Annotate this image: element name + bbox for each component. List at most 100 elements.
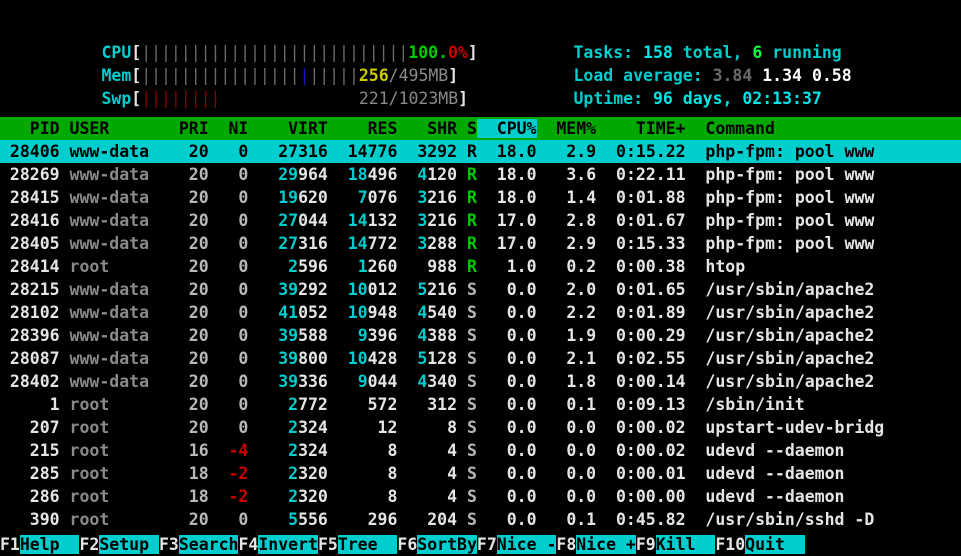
meter-tick: |	[280, 64, 290, 87]
function-label-f6[interactable]: SortBy	[417, 535, 477, 554]
col-header-user[interactable]: USER	[60, 119, 159, 138]
function-key-f6[interactable]: F6	[397, 535, 417, 554]
col-header-time[interactable]: TIME+	[596, 119, 685, 138]
meter-tick: |	[201, 41, 211, 64]
cell-pri: 18	[159, 487, 209, 506]
cell-res: 9044	[328, 372, 398, 391]
cell-command: php-fpm: pool www	[686, 234, 875, 253]
process-table-header[interactable]: PID USER PRI NI VIRT RES SHR S CPU% MEM%…	[0, 117, 961, 140]
cell-virt: 5556	[248, 510, 328, 529]
cell-pri: 20	[159, 142, 209, 161]
table-row[interactable]: 28416 www-data 20 0 27044 14132 3216 R 1…	[0, 209, 961, 232]
table-row[interactable]: 28414 root 20 0 2596 1260 988 R 1.0 0.2 …	[0, 255, 961, 278]
table-row[interactable]: 28415 www-data 20 0 19620 7076 3216 R 18…	[0, 186, 961, 209]
table-row[interactable]: 285 root 18 -2 2320 8 4 S 0.0 0.0 0:00.0…	[0, 462, 961, 485]
load-average-5min: 1.34	[762, 66, 802, 85]
cell-shr-lead: 3	[417, 142, 427, 161]
function-label-f7[interactable]: Nice -	[497, 535, 557, 554]
table-row[interactable]: 390 root 20 0 5556 296 204 S 0.0 0.1 0:4…	[0, 508, 961, 531]
col-header-pri[interactable]: PRI	[159, 119, 209, 138]
table-row[interactable]: 28087 www-data 20 0 39800 10428 5128 S 0…	[0, 347, 961, 370]
function-key-f9[interactable]: F9	[636, 535, 656, 554]
cell-shr-lead: 4	[417, 326, 427, 345]
cell-cpu: 18.0	[477, 142, 537, 161]
cell-res-lead: 9	[358, 326, 368, 345]
cell-state: R	[457, 234, 477, 253]
cpu-meter[interactable]: CPU[|||||||||||||||||||||||||||100.0%]	[22, 18, 470, 41]
table-row[interactable]: 28215 www-data 20 0 39292 10012 5216 S 0…	[0, 278, 961, 301]
cell-res: 9396	[328, 326, 398, 345]
col-header-shr[interactable]: SHR	[397, 119, 457, 138]
function-key-f5[interactable]: F5	[318, 535, 338, 554]
cell-res: 8	[328, 464, 398, 483]
col-header-state[interactable]: S	[457, 119, 477, 138]
cell-virt: 39588	[248, 326, 328, 345]
meter-tick: |	[240, 64, 250, 87]
col-header-cpu[interactable]: CPU%	[477, 119, 537, 138]
table-row[interactable]: 215 root 16 -4 2324 8 4 S 0.0 0.0 0:00.0…	[0, 439, 961, 462]
table-row[interactable]: 28102 www-data 20 0 41052 10948 4540 S 0…	[0, 301, 961, 324]
cell-command: /sbin/init	[686, 395, 805, 414]
mem-meter-bar: ||||||||||||||||||||||	[141, 64, 359, 87]
cell-pri: 20	[159, 257, 209, 276]
meter-tick: |	[299, 64, 309, 87]
cell-shr-tail: 288	[427, 234, 457, 253]
function-label-f8[interactable]: Nice +	[576, 535, 636, 554]
cell-pri: 20	[159, 349, 209, 368]
meter-tick: |	[141, 87, 151, 110]
table-row[interactable]: 28402 www-data 20 0 39336 9044 4340 S 0.…	[0, 370, 961, 393]
function-key-f4[interactable]: F4	[238, 535, 258, 554]
meter-tick: |	[339, 41, 349, 64]
col-header-pid[interactable]: PID	[0, 119, 60, 138]
function-key-f1[interactable]: F1	[0, 535, 20, 554]
function-label-f10[interactable]: Quit	[745, 535, 805, 554]
cell-command: /usr/sbin/apache2	[686, 349, 875, 368]
cell-command: udevd --daemon	[686, 487, 845, 506]
cell-res-tail: 012	[368, 280, 398, 299]
col-header-command[interactable]: Command	[686, 119, 775, 138]
cell-ni: 0	[209, 257, 249, 276]
cell-ni: -2	[209, 464, 249, 483]
col-header-mem[interactable]: MEM%	[537, 119, 597, 138]
cell-time: 0:01.67	[596, 211, 685, 230]
function-key-f3[interactable]: F3	[159, 535, 179, 554]
table-row[interactable]: 28406 www-data 20 0 27316 14776 3292 R 1…	[0, 140, 961, 163]
function-key-f10[interactable]: F10	[715, 535, 745, 554]
cell-virt-lead: 2	[288, 395, 298, 414]
table-row[interactable]: 286 root 18 -2 2320 8 4 S 0.0 0.0 0:00.0…	[0, 485, 961, 508]
meter-tick: |	[161, 87, 171, 110]
cell-command: php-fpm: pool www	[686, 142, 875, 161]
cell-res-lead: 1	[358, 257, 368, 276]
function-label-f3[interactable]: Search	[179, 535, 239, 554]
cell-shr-lead: 3	[417, 234, 427, 253]
function-label-f5[interactable]: Tree	[338, 535, 398, 554]
table-row[interactable]: 28396 www-data 20 0 39588 9396 4388 S 0.…	[0, 324, 961, 347]
function-key-f2[interactable]: F2	[79, 535, 99, 554]
function-key-f8[interactable]: F8	[556, 535, 576, 554]
col-header-res[interactable]: RES	[328, 119, 398, 138]
cell-shr: 3288	[397, 234, 457, 253]
cell-res: 8	[328, 487, 398, 506]
cell-user: root	[60, 510, 159, 529]
function-label-f4[interactable]: Invert	[258, 535, 318, 554]
col-header-ni[interactable]: NI	[209, 119, 249, 138]
function-label-f2[interactable]: Setup	[99, 535, 159, 554]
function-label-f1[interactable]: Help	[20, 535, 80, 554]
meter-blank	[250, 87, 260, 110]
process-table: PID USER PRI NI VIRT RES SHR S CPU% MEM%…	[0, 117, 961, 531]
cell-ni: 0	[209, 188, 249, 207]
cell-virt-tail: 620	[298, 188, 328, 207]
function-key-f7[interactable]: F7	[477, 535, 497, 554]
table-row[interactable]: 28405 www-data 20 0 27316 14772 3288 R 1…	[0, 232, 961, 255]
table-row[interactable]: 28269 www-data 20 0 29964 18496 4120 R 1…	[0, 163, 961, 186]
table-row[interactable]: 207 root 20 0 2324 12 8 S 0.0 0.0 0:00.0…	[0, 416, 961, 439]
cell-user: www-data	[60, 303, 159, 322]
cell-mem: 2.0	[537, 280, 597, 299]
cell-res-lead: 14	[348, 234, 368, 253]
meter-tick: |	[290, 64, 300, 87]
col-header-virt[interactable]: VIRT	[248, 119, 327, 138]
table-row[interactable]: 1 root 20 0 2772 572 312 S 0.0 0.1 0:09.…	[0, 393, 961, 416]
meter-tick: |	[379, 41, 389, 64]
cell-res-tail: 260	[368, 257, 398, 276]
function-label-f9[interactable]: Kill	[656, 535, 716, 554]
